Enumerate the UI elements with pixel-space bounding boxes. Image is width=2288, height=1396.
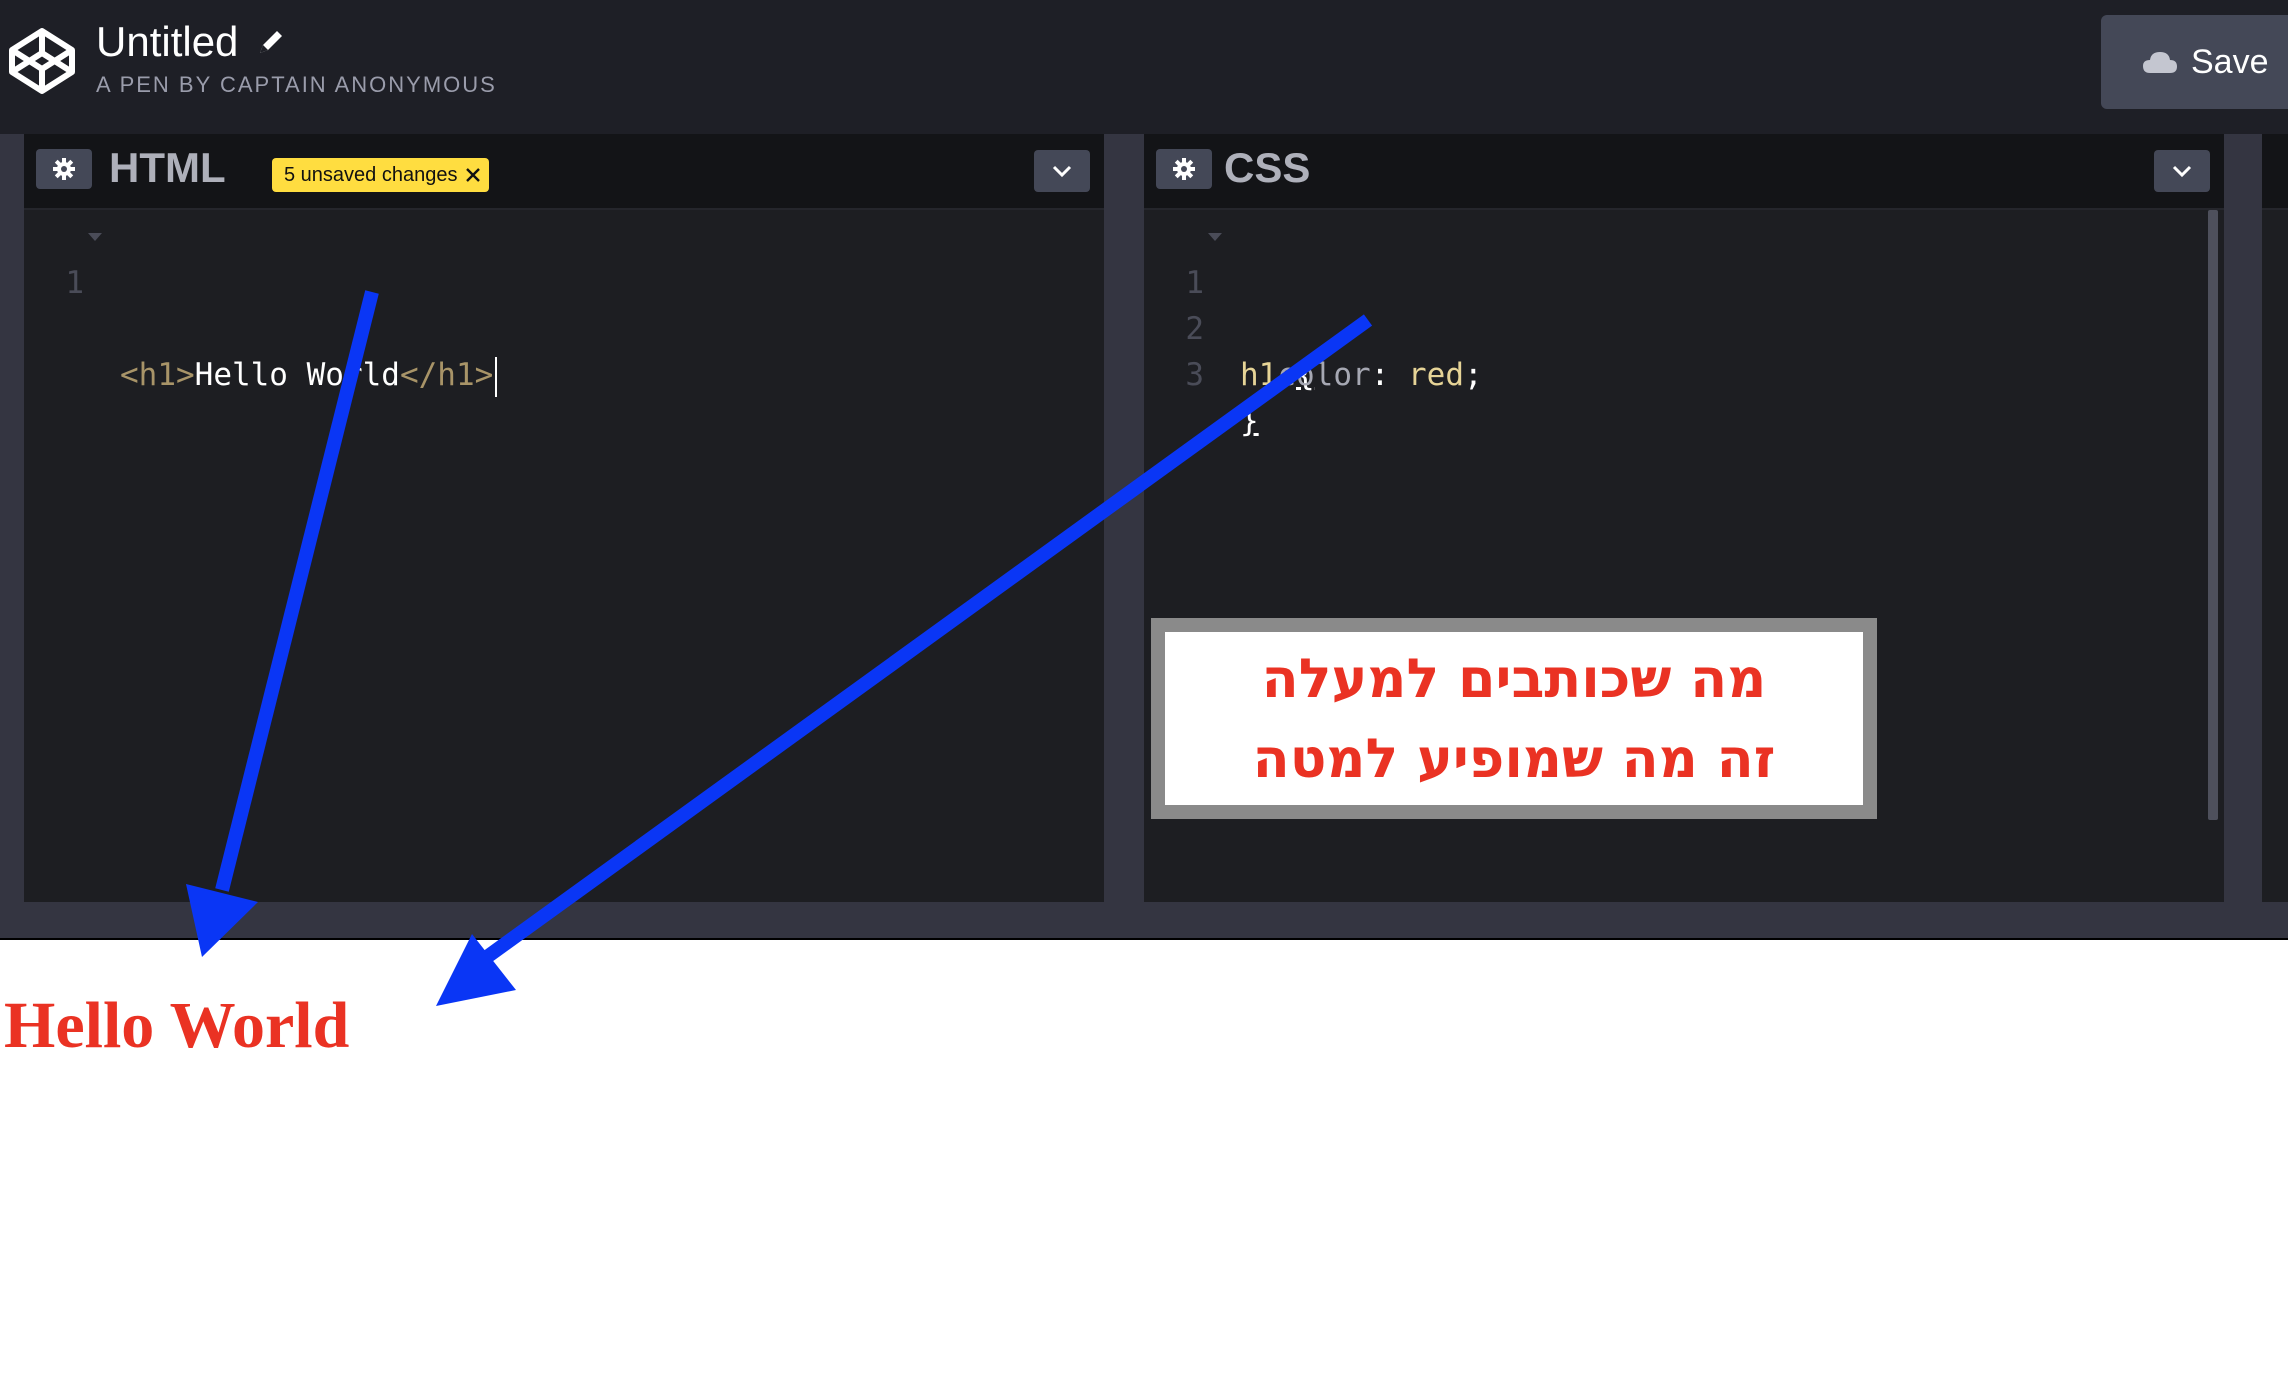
annotation-line-2: זה מה שמופיע למטה xyxy=(1252,726,1776,790)
top-header: Untitled A PEN BY CAPTAIN ANONYMOUS Save xyxy=(0,0,2288,134)
html-editor[interactable]: HTML 5 unsaved changes 1 <h1>Hello World… xyxy=(24,134,1104,902)
cloud-icon xyxy=(2143,52,2177,73)
fold-arrow-icon[interactable] xyxy=(88,233,102,241)
gear-icon xyxy=(53,158,75,180)
code-line: 2 color: red; xyxy=(1144,260,2224,393)
annotation-box: מה שכותבים למעלה זה מה שמופיע למטה xyxy=(1151,618,1877,819)
save-label: Save xyxy=(2191,42,2269,81)
line-number: 3 xyxy=(1185,357,1204,393)
pencil-icon[interactable] xyxy=(254,25,288,59)
gear-icon xyxy=(1173,158,1195,180)
css-settings-button[interactable] xyxy=(1156,149,1212,189)
pen-title[interactable]: Untitled xyxy=(96,18,238,66)
line-number: 1 xyxy=(65,265,84,301)
css-code[interactable]: 1 h1 { 2 color: red; 3 } xyxy=(1144,214,2224,439)
chevron-down-icon xyxy=(1052,165,1072,178)
html-editor-header: HTML 5 unsaved changes xyxy=(24,134,1104,210)
css-value: red xyxy=(1408,357,1464,393)
chevron-down-icon xyxy=(2172,165,2192,178)
html-settings-button[interactable] xyxy=(36,149,92,189)
css-editor-title: CSS xyxy=(1224,144,1311,191)
annotation-line-1: מה שכותבים למעלה xyxy=(1261,646,1767,710)
js-editor-header xyxy=(2262,134,2288,210)
code-line: 1 <h1>Hello World</h1> xyxy=(24,214,1104,397)
css-editor-header: CSS xyxy=(1144,134,2224,210)
code-line: 1 h1 { xyxy=(1144,214,2224,393)
preview-pane: Hello World xyxy=(0,940,2288,1396)
tag-content: Hello World xyxy=(194,357,400,393)
unsaved-changes-label: 5 unsaved changes xyxy=(284,163,458,186)
open-tag: <h1> xyxy=(120,357,195,393)
close-brace: } xyxy=(1240,403,1259,439)
annotation-text: מה שכותבים למעלה זה מה שמופיע למטה xyxy=(1165,632,1863,805)
css-colon: : xyxy=(1370,357,1390,393)
close-icon[interactable] xyxy=(465,167,481,183)
html-collapse-button[interactable] xyxy=(1034,150,1090,192)
resize-divider[interactable] xyxy=(0,902,2288,940)
pen-author: A PEN BY CAPTAIN ANONYMOUS xyxy=(96,72,497,97)
editor-area: HTML 5 unsaved changes 1 <h1>Hello World… xyxy=(0,134,2288,902)
pen-title-area: Untitled A PEN BY CAPTAIN ANONYMOUS xyxy=(96,18,497,98)
code-line: 3 } xyxy=(1144,306,2224,439)
html-code[interactable]: 1 <h1>Hello World</h1> xyxy=(24,214,1104,397)
css-semicolon: ; xyxy=(1464,357,1483,393)
codepen-logo-icon[interactable] xyxy=(6,25,78,97)
js-editor-edge[interactable] xyxy=(2262,134,2288,902)
html-editor-title: HTML xyxy=(109,144,226,191)
close-tag: </h1> xyxy=(399,357,494,393)
unsaved-changes-badge[interactable]: 5 unsaved changes xyxy=(272,158,490,192)
fold-arrow-icon[interactable] xyxy=(1208,233,1222,241)
save-button[interactable]: Save xyxy=(2101,15,2288,109)
css-scrollbar[interactable] xyxy=(2208,210,2218,820)
preview-heading: Hello World xyxy=(4,989,350,1062)
text-cursor xyxy=(495,356,498,397)
css-collapse-button[interactable] xyxy=(2154,150,2210,192)
